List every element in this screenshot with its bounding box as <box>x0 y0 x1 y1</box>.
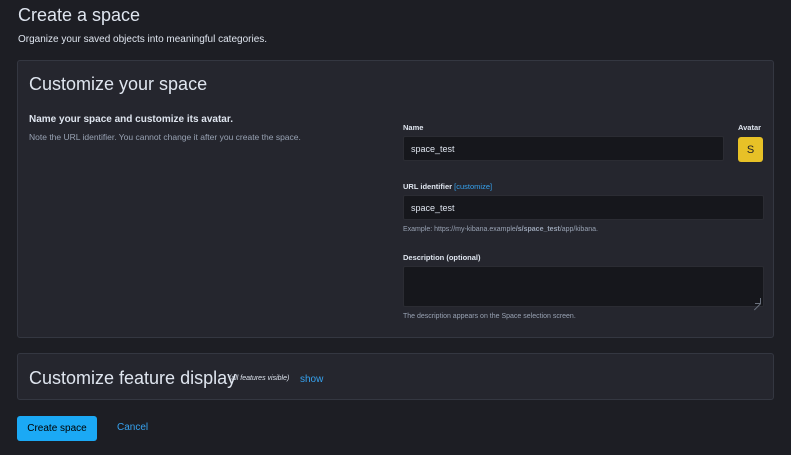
show-features-link[interactable]: show <box>300 374 323 385</box>
description-textarea[interactable] <box>403 266 764 307</box>
page-title: Create a space <box>18 5 141 25</box>
customize-space-title: Customize your space <box>29 74 208 94</box>
url-identifier-field[interactable]: space_test <box>403 195 764 220</box>
feature-display-panel: Customize feature display (all features … <box>17 353 774 400</box>
cancel-button[interactable]: Cancel <box>117 422 148 433</box>
feature-display-title: Customize feature display <box>29 368 237 388</box>
avatar-label: Avatar <box>738 123 762 132</box>
description-label: Description (optional) <box>403 253 481 262</box>
customize-url-link[interactable]: [customize] <box>454 182 492 191</box>
resize-handle-icon[interactable] <box>755 298 761 304</box>
avatar[interactable]: S <box>738 137 763 162</box>
feature-display-note: (all features visible) <box>229 375 290 382</box>
description-helper: The description appears on the Space sel… <box>403 313 576 320</box>
customize-description-title: Name your space and customize its avatar… <box>29 114 233 125</box>
name-label: Name <box>403 123 424 132</box>
avatar-initial: S <box>746 143 755 156</box>
create-space-button[interactable]: Create space <box>17 416 97 441</box>
url-example-bold: /s/space_test <box>515 226 560 233</box>
page-subtitle: Organize your saved objects into meaning… <box>18 34 268 45</box>
url-example-suffix: /app/kibana. <box>559 226 598 233</box>
url-example-helper: Example: https://my-kibana.example/s/spa… <box>403 226 598 233</box>
customize-space-panel: Customize your space Name your space and… <box>17 60 774 338</box>
name-field[interactable]: space_test <box>403 136 724 161</box>
url-example-prefix: Example: https://my-kibana.example <box>403 226 516 233</box>
url-identifier-label: URL identifier [customize] <box>403 182 492 191</box>
url-identifier-label-text: URL identifier <box>403 182 453 191</box>
customize-description-text: Note the URL identifier. You cannot chan… <box>29 132 301 142</box>
